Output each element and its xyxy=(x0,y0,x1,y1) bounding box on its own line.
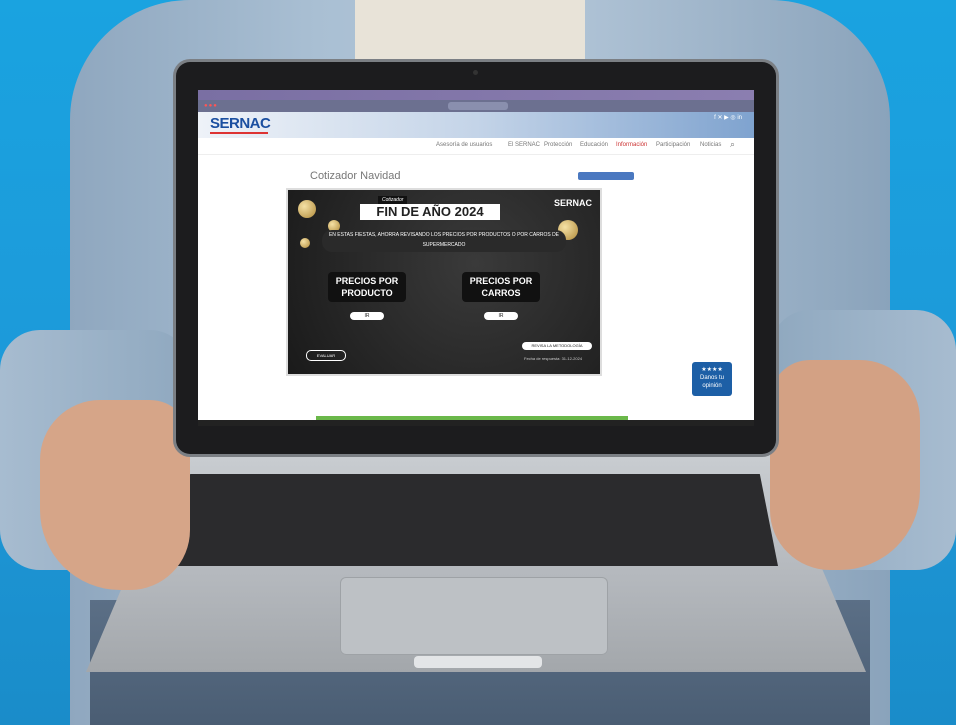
person-left-hand xyxy=(40,400,190,590)
evaluate-button[interactable]: EVALUAR xyxy=(306,350,346,361)
person-right-hand xyxy=(770,360,920,570)
card-precios-carros[interactable]: PRECIOS POR CARROS xyxy=(462,272,540,302)
page-title: Cotizador Navidad xyxy=(310,170,401,182)
nav-item-proteccion[interactable]: Protección xyxy=(544,142,572,148)
address-bar[interactable] xyxy=(448,102,508,110)
card-precios-producto[interactable]: PRECIOS POR PRODUCTO xyxy=(328,272,406,302)
nav-item-sernac[interactable]: El SERNAC xyxy=(508,142,540,148)
laptop-screen: ●●● SERNAC f ✕ ▶ ◎ in Asesoría de usuari… xyxy=(198,90,754,426)
feedback-badge-label: Danos tu opinión xyxy=(699,375,724,389)
logo-underline xyxy=(210,132,268,134)
breadcrumb xyxy=(198,155,754,165)
site-header: SERNAC f ✕ ▶ ◎ in xyxy=(198,112,754,138)
laptop-keyboard xyxy=(172,474,778,566)
banner-description: EN ESTAS FIESTAS, AHORRA REVISANDO LOS P… xyxy=(322,230,566,252)
response-date: Fecha de respuesta: 31-12-2024 xyxy=(524,356,583,361)
nav-item-educacion[interactable]: Educación xyxy=(580,142,608,148)
share-buttons[interactable] xyxy=(578,172,634,180)
window-controls-icon: ●●● xyxy=(204,103,218,109)
stars-icon: ★★★★ xyxy=(701,367,723,373)
camera-icon xyxy=(473,70,478,75)
nav-item-informacion[interactable]: Información xyxy=(616,142,647,148)
go-button-producto[interactable]: IR xyxy=(350,312,384,320)
ornament-icon xyxy=(298,200,316,218)
photo-background: ●●● SERNAC f ✕ ▶ ◎ in Asesoría de usuari… xyxy=(0,0,956,725)
social-icons[interactable]: f ✕ ▶ ◎ in xyxy=(714,114,742,121)
site-nav: Asesoría de usuarios El SERNAC Protecció… xyxy=(198,138,754,155)
banner-logo: SERNAC xyxy=(553,198,592,208)
search-icon[interactable]: ⌕ xyxy=(730,139,735,150)
os-dock[interactable] xyxy=(198,420,754,426)
laptop-front-notch xyxy=(414,656,542,668)
os-menubar xyxy=(198,90,754,100)
browser-tabbar: ●●● xyxy=(198,100,754,112)
sernac-logo[interactable]: SERNAC xyxy=(210,115,271,132)
nav-item-asesoria[interactable]: Asesoría de usuarios xyxy=(436,142,492,148)
methodology-button[interactable]: REVISA LA METODOLOGÍA xyxy=(522,342,592,350)
feedback-badge[interactable]: ★★★★ Danos tu opinión xyxy=(692,362,732,396)
laptop-lid: ●●● SERNAC f ✕ ▶ ◎ in Asesoría de usuari… xyxy=(176,62,776,454)
cotizador-banner: Cotizador FIN DE AÑO 2024 SERNAC EN ESTA… xyxy=(286,188,602,376)
banner-subtitle: Cotizador xyxy=(378,196,408,204)
ornament-icon xyxy=(300,238,310,248)
nav-item-participacion[interactable]: Participación xyxy=(656,142,690,148)
nav-item-noticias[interactable]: Noticias xyxy=(700,142,721,148)
laptop-trackpad xyxy=(340,577,608,655)
go-button-carros[interactable]: IR xyxy=(484,312,518,320)
banner-title: FIN DE AÑO 2024 xyxy=(360,204,500,220)
